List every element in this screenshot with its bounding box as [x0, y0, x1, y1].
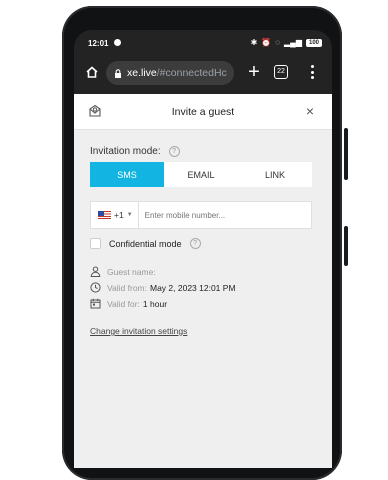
valid-from-label: Valid from:: [107, 282, 147, 293]
alarm-icon: ⏰: [261, 38, 272, 47]
browser-menu-button[interactable]: [304, 62, 320, 82]
guest-name-label: Guest name:: [107, 266, 156, 277]
mode-email-tab[interactable]: EMAIL: [164, 162, 238, 187]
country-code: +1: [114, 210, 124, 220]
home-icon: [86, 66, 98, 78]
mode-sms-tab[interactable]: SMS: [90, 162, 164, 187]
mode-link-tab[interactable]: LINK: [238, 162, 312, 187]
sync-icon: [114, 39, 121, 46]
browser-toolbar: xe.live/#connectedHc + 22: [74, 52, 332, 94]
modal-title: Invite a guest: [171, 106, 235, 118]
clock-icon: [90, 282, 101, 293]
help-icon[interactable]: ?: [168, 146, 180, 157]
valid-from-row: Valid from: May 2, 2023 12:01 PM: [90, 282, 236, 293]
guest-name-row: Guest name:: [90, 266, 156, 277]
person-icon: [90, 266, 101, 277]
address-bar[interactable]: xe.live/#connectedHc: [106, 61, 234, 85]
invitation-mode-label: Invitation mode:: [90, 146, 161, 157]
confidential-mode-checkbox[interactable]: [90, 238, 101, 249]
help-icon[interactable]: ?: [189, 238, 201, 249]
lock-icon: [114, 68, 122, 78]
power-button: [344, 226, 348, 266]
home-button[interactable]: [82, 62, 102, 82]
status-bar: 12:01 ✱ ⏰ ◌ ▂▄▆ 100: [74, 30, 332, 52]
confidential-mode-row: Confidential mode ?: [90, 238, 201, 249]
valid-for-row: Valid for: 1 hour: [90, 298, 167, 309]
new-tab-button[interactable]: +: [244, 62, 264, 82]
confidential-mode-label: Confidential mode: [109, 238, 182, 249]
bluetooth-icon: ✱: [250, 38, 258, 47]
valid-for-label: Valid for:: [107, 298, 140, 309]
phone-screen: 12:01 ✱ ⏰ ◌ ▂▄▆ 100 xe.live/#connectedHc: [74, 30, 332, 468]
chevron-down-icon: ▼: [126, 212, 133, 218]
status-time: 12:01: [88, 39, 109, 48]
valid-for-value: 1 hour: [142, 298, 168, 309]
vibrate-icon: ◌: [275, 38, 281, 47]
volume-button: [344, 128, 348, 180]
plus-icon: +: [248, 61, 260, 83]
phone-number-field: +1 ▼: [90, 201, 312, 229]
url-host: xe.live: [127, 67, 157, 79]
country-code-select[interactable]: +1 ▼: [91, 202, 139, 228]
valid-from-value: May 2, 2023 12:01 PM: [150, 282, 236, 293]
modal-header: Invite a guest ×: [74, 94, 332, 130]
close-button[interactable]: ×: [304, 104, 316, 118]
web-page: Invite a guest × Invitation mode: ? SMS …: [74, 94, 332, 468]
invitation-mode-selector: SMS EMAIL LINK: [90, 162, 312, 187]
close-icon: ×: [305, 103, 315, 119]
status-icons: ✱ ⏰ ◌ ▂▄▆ 100: [251, 38, 322, 47]
invitation-mode-row: Invitation mode: ?: [90, 146, 180, 157]
signal-icon: ▂▄▆: [284, 38, 302, 47]
more-vert-icon: [310, 65, 314, 68]
mobile-number-input[interactable]: [138, 209, 311, 221]
us-flag-icon: [98, 211, 111, 219]
calendar-icon: [90, 298, 101, 309]
battery-icon: 100: [306, 38, 322, 47]
tab-switcher-button[interactable]: 22: [274, 65, 288, 79]
change-invitation-settings-link[interactable]: Change invitation settings: [90, 326, 187, 336]
url-path: /#connectedHc: [156, 67, 227, 79]
